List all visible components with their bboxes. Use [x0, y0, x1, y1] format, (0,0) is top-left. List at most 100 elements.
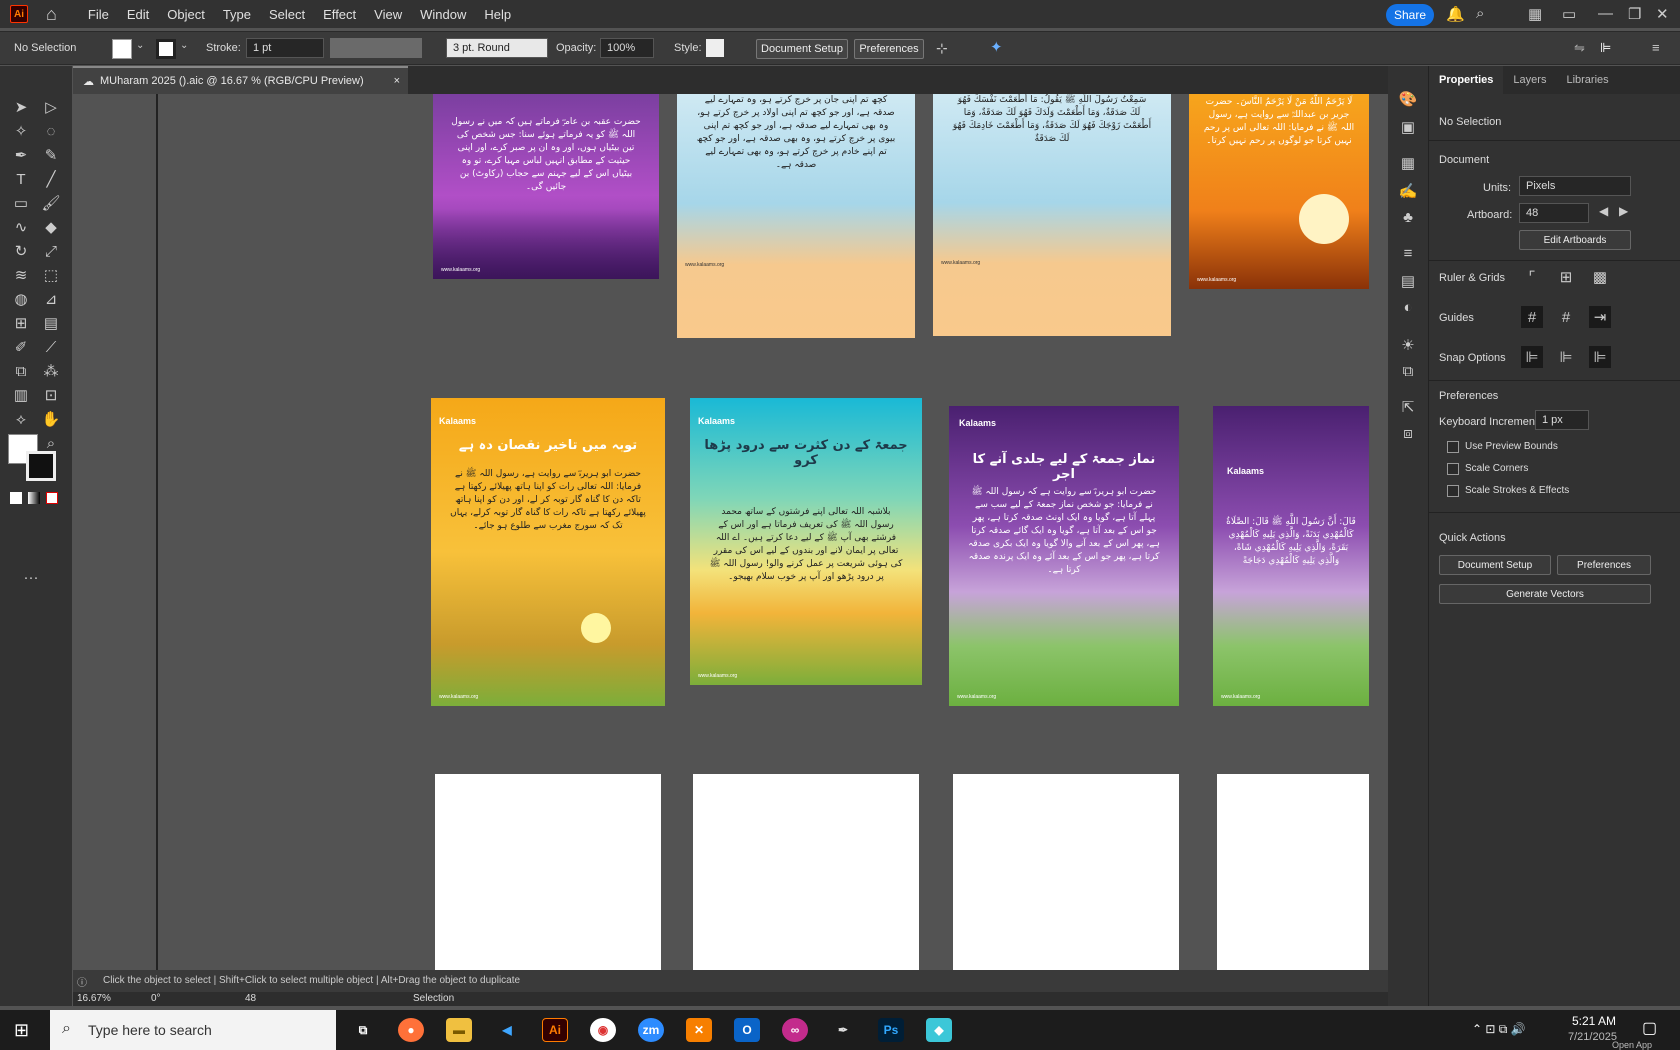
- magic-wand-icon[interactable]: ✧: [10, 120, 32, 142]
- opacity-field[interactable]: 100%: [600, 38, 654, 58]
- color-panel-icon[interactable]: 🎨: [1397, 88, 1419, 110]
- app-icon[interactable]: ◆: [926, 1018, 952, 1042]
- document-setup-button[interactable]: Document Setup: [756, 39, 848, 59]
- menu-window[interactable]: Window: [411, 7, 475, 22]
- brushes-icon[interactable]: ✍: [1397, 180, 1419, 202]
- tab-libraries[interactable]: Libraries: [1556, 66, 1618, 94]
- artboards-panel-icon[interactable]: ⧈: [1397, 422, 1419, 444]
- arrange-icon[interactable]: ▭: [1562, 5, 1576, 23]
- zoom-app-icon[interactable]: zm: [638, 1018, 664, 1042]
- fill-swatch[interactable]: [112, 39, 132, 59]
- clock-time[interactable]: 5:21 AM: [1572, 1014, 1616, 1028]
- stroke-weight-field[interactable]: 1 pt: [246, 38, 324, 58]
- variable-width-profile[interactable]: [330, 38, 422, 58]
- prev-artboard-icon[interactable]: ◀: [1599, 204, 1608, 218]
- units-select[interactable]: Pixels: [1519, 176, 1631, 196]
- eraser-icon[interactable]: ◆: [40, 216, 62, 238]
- artboard-blank[interactable]: [693, 774, 919, 970]
- document-tab[interactable]: ☁ MUharam 2025 ().aic @ 16.67 % (RGB/CPU…: [73, 66, 408, 94]
- align-icon[interactable]: ⇋: [1574, 40, 1585, 56]
- menu-edit[interactable]: Edit: [118, 7, 158, 22]
- stroke-swatch[interactable]: [156, 39, 176, 59]
- vscode-icon[interactable]: ◀: [494, 1018, 520, 1042]
- chrome-icon[interactable]: ◉: [590, 1018, 616, 1042]
- artboard-poster[interactable]: Kalaams نماز جمعۃ کے لیے جلدی آنے کا اجر…: [949, 406, 1179, 706]
- hand-tool-icon[interactable]: ✋: [40, 408, 62, 430]
- mesh-tool-icon[interactable]: ⊞: [10, 312, 32, 334]
- recolor-icon[interactable]: ✦: [990, 38, 1003, 56]
- eyedropper-icon[interactable]: ✐: [10, 336, 32, 358]
- appearance-icon[interactable]: ☀: [1397, 334, 1419, 356]
- blend-tool-icon[interactable]: ⧉: [10, 360, 32, 382]
- artboard-poster[interactable]: کچھ تم اپنی جان پر خرچ کرتے ہو، وہ تمہار…: [677, 94, 915, 338]
- menu-type[interactable]: Type: [214, 7, 260, 22]
- tab-close-icon[interactable]: ×: [394, 75, 400, 87]
- bell-icon[interactable]: 🔔: [1446, 5, 1465, 23]
- scale-corners-checkbox[interactable]: [1447, 463, 1459, 475]
- scale-strokes-checkbox[interactable]: [1447, 485, 1459, 497]
- artboard-poster[interactable]: سَمِعْتُ رَسُولَ اللَّهِ ﷺ يَقُولُ: مَا …: [933, 94, 1171, 336]
- snap-grid-icon[interactable]: ⊫: [1555, 346, 1577, 368]
- width-tool-icon[interactable]: ≋: [10, 264, 32, 286]
- artboard-poster[interactable]: حضرت عقبہ بن عامرؓ فرماتے ہیں کہ میں نے …: [433, 94, 659, 279]
- menu-help[interactable]: Help: [475, 7, 520, 22]
- restore-icon[interactable]: ❐: [1628, 5, 1641, 23]
- artboard-blank[interactable]: [1217, 774, 1369, 970]
- artboard-poster[interactable]: Kalaams توبہ میں تاخیر نقصان دہ ہے حضرت …: [431, 398, 665, 706]
- color-mode-icon[interactable]: [10, 492, 22, 504]
- xampp-icon[interactable]: ✕: [686, 1018, 712, 1042]
- ruler-icon[interactable]: ⌜: [1521, 266, 1543, 288]
- menu-file[interactable]: File: [79, 7, 118, 22]
- slice-tool-icon[interactable]: ⟡: [10, 408, 32, 430]
- more-tools-icon[interactable]: ···: [20, 566, 42, 588]
- edit-artboards-button[interactable]: Edit Artboards: [1519, 230, 1631, 250]
- gradient-panel-icon[interactable]: ▤: [1397, 270, 1419, 292]
- transparency-icon[interactable]: ◐: [1397, 296, 1419, 318]
- pen-app-icon[interactable]: ✒: [830, 1018, 856, 1042]
- artboard-poster[interactable]: Kalaams جمعۃ کے دن کثرت سے درود پڑھا کرو…: [690, 398, 922, 685]
- lock-guides-icon[interactable]: #: [1555, 306, 1577, 328]
- creative-cloud-icon[interactable]: ∞: [782, 1018, 808, 1042]
- rotate-tool-icon[interactable]: ↻: [10, 240, 32, 262]
- symbols-icon[interactable]: ♣: [1397, 206, 1419, 228]
- chevron-down-icon[interactable]: ⌄: [180, 40, 188, 51]
- use-preview-bounds-checkbox[interactable]: [1447, 441, 1459, 453]
- search-icon[interactable]: ⌕: [1476, 5, 1484, 22]
- stroke-color-box[interactable]: [26, 451, 56, 481]
- artboard-tool-icon[interactable]: ⊡: [40, 384, 62, 406]
- tray-icons[interactable]: ⌃ ⊡ ⧉ 🔊: [1472, 1022, 1526, 1037]
- zoom-field[interactable]: 16.67%: [77, 993, 111, 1004]
- transform-icon[interactable]: ⊹: [936, 40, 948, 57]
- tab-layers[interactable]: Layers: [1503, 66, 1556, 94]
- artboard-blank[interactable]: [953, 774, 1179, 970]
- keyboard-increment-field[interactable]: 1 px: [1535, 410, 1589, 430]
- scale-tool-icon[interactable]: ⤢: [40, 240, 62, 262]
- artboard-blank[interactable]: [435, 774, 661, 970]
- graph-tool-icon[interactable]: ▥: [10, 384, 32, 406]
- transparency-grid-icon[interactable]: ▩: [1589, 266, 1611, 288]
- none-mode-icon[interactable]: [46, 492, 58, 504]
- rectangle-tool-icon[interactable]: ▭: [10, 192, 32, 214]
- type-tool-icon[interactable]: T: [10, 168, 32, 190]
- minimize-icon[interactable]: —: [1598, 5, 1613, 22]
- rotate-field[interactable]: 0°: [151, 993, 161, 1004]
- style-swatch[interactable]: [706, 39, 724, 57]
- menu-object[interactable]: Object: [158, 7, 214, 22]
- photoshop-icon[interactable]: Ps: [878, 1018, 904, 1042]
- export-icon[interactable]: ⇱: [1397, 396, 1419, 418]
- outlook-icon[interactable]: O: [734, 1018, 760, 1042]
- task-view-icon[interactable]: ⧉: [350, 1018, 376, 1042]
- menu-icon[interactable]: ≡: [1652, 40, 1660, 55]
- workspace-icon[interactable]: ▦: [1528, 5, 1542, 23]
- panel-toggle-icon[interactable]: ⊫: [1600, 40, 1611, 56]
- line-tool-icon[interactable]: ╱: [40, 168, 62, 190]
- lasso-icon[interactable]: ◌: [40, 120, 62, 142]
- generate-vectors-button[interactable]: Generate Vectors: [1439, 584, 1651, 604]
- qa-preferences-button[interactable]: Preferences: [1557, 555, 1651, 575]
- pen-tool-icon[interactable]: ✒: [10, 144, 32, 166]
- show-guides-icon[interactable]: #: [1521, 306, 1543, 328]
- measure-icon[interactable]: ⟋: [40, 336, 62, 358]
- graphic-styles-icon[interactable]: ⧉: [1397, 360, 1419, 382]
- curvature-tool-icon[interactable]: ✎: [40, 144, 62, 166]
- libraries-icon[interactable]: ▣: [1397, 116, 1419, 138]
